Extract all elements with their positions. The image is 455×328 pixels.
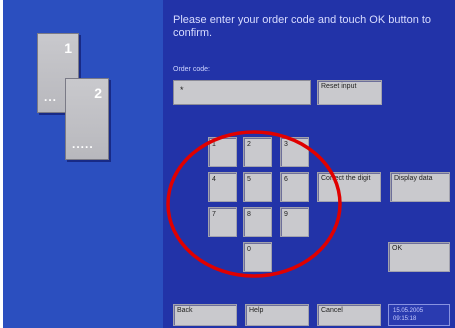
- keypad-highlight-circle: [166, 130, 342, 278]
- highlight-circle-overlay: [166, 130, 342, 278]
